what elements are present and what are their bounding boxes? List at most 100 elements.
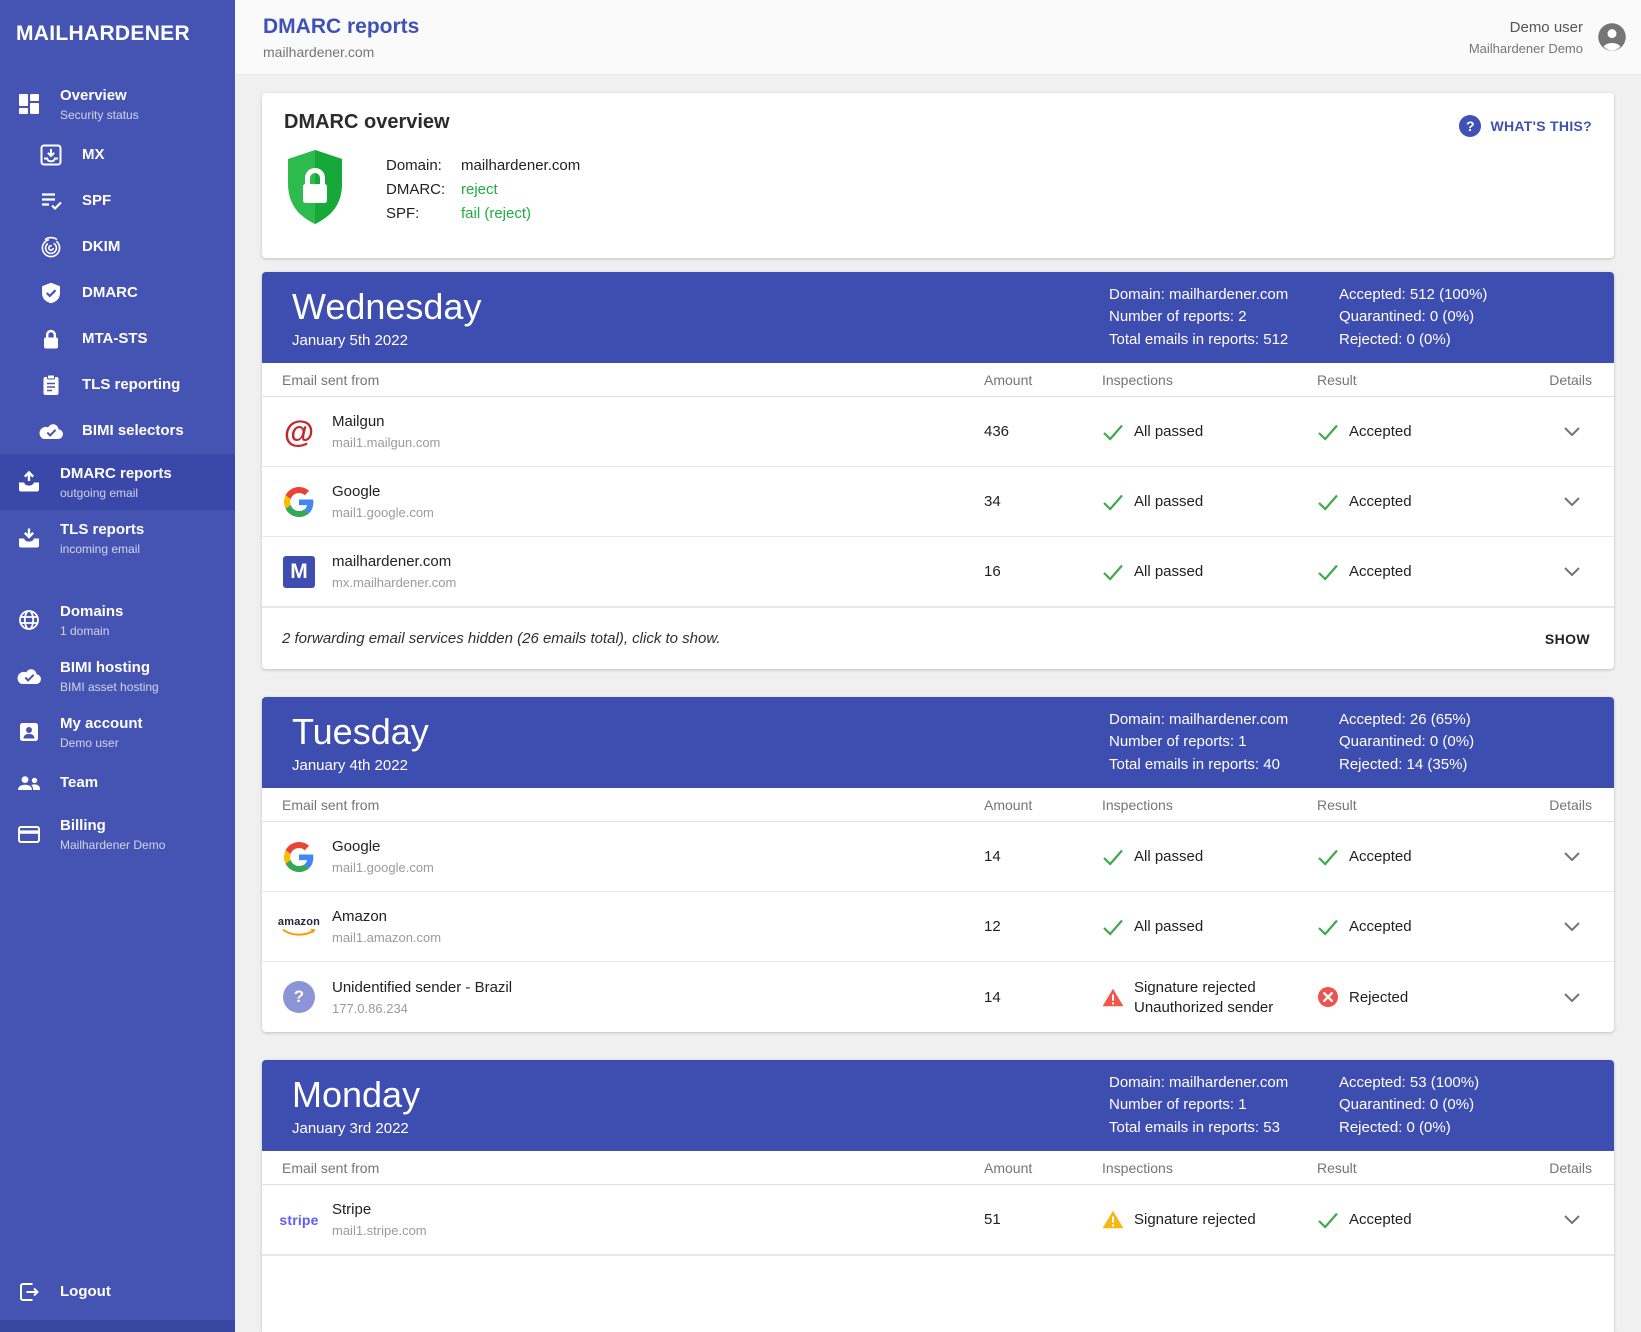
day-card-wednesday: Wednesday January 5th 2022 Domain: mailh… [262, 272, 1614, 669]
sidebar-item-text: Domains 1 domain [60, 603, 123, 638]
result-cell: Accepted [1317, 563, 1546, 581]
sidebar-item-spf[interactable]: SPF [0, 178, 235, 224]
sidebar-item-domains[interactable]: Domains 1 domain [0, 592, 235, 648]
sidebar-item-overview[interactable]: Overview Security status [0, 76, 235, 132]
details-expand-button[interactable] [1546, 567, 1614, 576]
avatar[interactable] [1597, 22, 1627, 52]
sender-text: Mailgun mail1.mailgun.com [332, 413, 440, 450]
table-row: M mailhardener.com mx.mailhardener.com 1… [262, 537, 1614, 607]
result-text: Accepted [1349, 563, 1412, 580]
sidebar-item-team[interactable]: Team [0, 760, 235, 806]
sidebar-item-dmarc[interactable]: DMARC [0, 270, 235, 316]
sender-text: Amazon mail1.amazon.com [332, 908, 441, 945]
day-stats: Domain: mailhardener.comNumber of report… [1109, 284, 1590, 352]
sender-cell: stripe Stripe mail1.stripe.com [282, 1191, 984, 1248]
inspections-cell: All passed [1102, 848, 1317, 866]
day-stats-left: Domain: mailhardener.comNumber of report… [1109, 284, 1339, 352]
result-text: Accepted [1349, 1211, 1412, 1228]
table-row: Google mail1.google.com 14 All passed Ac… [262, 822, 1614, 892]
overview-field-domain: Domain: mailhardener.com [386, 157, 580, 174]
result-cell: Accepted [1317, 1211, 1546, 1229]
overview-field-dmarc: DMARC: reject [386, 181, 580, 198]
sender-cell: Google mail1.google.com [282, 473, 984, 530]
day-card-tuesday: Tuesday January 4th 2022 Domain: mailhar… [262, 697, 1614, 1032]
google-logo [282, 842, 316, 872]
sidebar-item-label: TLS reporting [82, 376, 180, 393]
details-expand-button[interactable] [1546, 922, 1614, 931]
check-icon [1102, 848, 1124, 866]
amount-value: 34 [984, 493, 1102, 510]
inspection-lines: Signature rejectedUnauthorized sender [1134, 979, 1273, 1016]
logout-button[interactable]: Logout [0, 1264, 235, 1320]
day-stats-left: Domain: mailhardener.comNumber of report… [1109, 709, 1339, 777]
sidebar-item-label: DKIM [82, 238, 120, 255]
sidebar-item-billing[interactable]: Billing Mailhardener Demo [0, 806, 235, 862]
user-block: Demo user Mailhardener Demo [1469, 19, 1627, 56]
field-value: mailhardener.com [461, 157, 580, 174]
chevron-down-icon [1564, 922, 1580, 931]
day-stats: Domain: mailhardener.comNumber of report… [1109, 709, 1590, 777]
details-expand-button[interactable] [1546, 497, 1614, 506]
sidebar-item-dkim[interactable]: DKIM [0, 224, 235, 270]
inspection-lines: All passed [1134, 848, 1203, 865]
mailhardener-logo: M [282, 556, 316, 588]
details-expand-button[interactable] [1546, 852, 1614, 861]
table-header-row: Email sent from Amount Inspections Resul… [262, 788, 1614, 822]
page-subtitle: mailhardener.com [263, 44, 419, 60]
col-header-inspections: Inspections [1102, 797, 1317, 813]
sender-domain: mail1.mailgun.com [332, 435, 440, 450]
sidebar-nav: Overview Security status MX SPF DKIM DMA… [0, 76, 235, 1264]
details-expand-button[interactable] [1546, 993, 1614, 1002]
details-expand-button[interactable] [1546, 427, 1614, 436]
col-header-inspections: Inspections [1102, 372, 1317, 388]
col-header-sender: Email sent from [282, 372, 984, 388]
sidebar-item-text: DMARC [82, 284, 138, 302]
help-icon: ? [1459, 115, 1481, 137]
sidebar-item-text: DKIM [82, 238, 120, 256]
table-header-row: Email sent from Amount Inspections Resul… [262, 363, 1614, 397]
details-expand-button[interactable] [1546, 1215, 1614, 1224]
sidebar-item-label: BIMI hosting [60, 659, 150, 676]
app-logo: MAILHARDENER [0, 0, 235, 46]
inspections-cell: All passed [1102, 493, 1317, 511]
inspections-cell: Signature rejected [1102, 1210, 1317, 1229]
sidebar-item-bimi-selectors[interactable]: BIMI selectors [0, 408, 235, 454]
day-stat: Rejected: 14 (35%) [1339, 754, 1590, 777]
shield-lock-icon [284, 148, 346, 231]
inspection-text: All passed [1134, 563, 1203, 580]
col-header-sender: Email sent from [282, 797, 984, 813]
inspections-cell: All passed [1102, 423, 1317, 441]
whats-this-link[interactable]: ? WHAT'S THIS? [1459, 115, 1592, 137]
check-icon [1317, 848, 1339, 866]
sidebar-item-dmarc-reports[interactable]: DMARC reports outgoing email [0, 454, 235, 510]
sidebar-item-tls-reports[interactable]: TLS reports incoming email [0, 510, 235, 566]
sidebar-item-my-account[interactable]: My account Demo user [0, 704, 235, 760]
col-header-inspections: Inspections [1102, 1160, 1317, 1176]
check-icon [1102, 493, 1124, 511]
sidebar-item-mta-sts[interactable]: MTA-STS [0, 316, 235, 362]
result-text: Accepted [1349, 423, 1412, 440]
sender-domain: mail1.amazon.com [332, 930, 441, 945]
day-stat: Number of reports: 2 [1109, 306, 1339, 329]
inspections-cell: All passed [1102, 563, 1317, 581]
logout-label: Logout [60, 1283, 111, 1301]
col-header-result: Result [1317, 797, 1546, 813]
day-stat: Rejected: 0 (0%) [1339, 329, 1590, 352]
day-banner-titles: Tuesday January 4th 2022 [292, 712, 429, 774]
inspection-text: Signature rejected [1134, 979, 1273, 996]
show-button[interactable]: SHOW [1543, 625, 1592, 653]
day-stats-left: Domain: mailhardener.comNumber of report… [1109, 1072, 1339, 1140]
sidebar-item-bimi-hosting[interactable]: BIMI hosting BIMI asset hosting [0, 648, 235, 704]
sidebar-item-mx[interactable]: MX [0, 132, 235, 178]
chevron-down-icon [1564, 993, 1580, 1002]
day-stat: Domain: mailhardener.com [1109, 1072, 1339, 1095]
field-label: DMARC: [386, 181, 461, 198]
day-cards: Wednesday January 5th 2022 Domain: mailh… [262, 272, 1614, 1332]
sender-text: Google mail1.google.com [332, 483, 434, 520]
hidden-services-row[interactable]: 2 forwarding email services hidden (26 e… [262, 607, 1614, 669]
check-icon [1317, 918, 1339, 936]
sender-domain: mx.mailhardener.com [332, 575, 456, 590]
day-stat: Total emails in reports: 512 [1109, 329, 1339, 352]
sidebar-item-tls-reporting[interactable]: TLS reporting [0, 362, 235, 408]
sidebar-item-text: DMARC reports outgoing email [60, 465, 172, 500]
